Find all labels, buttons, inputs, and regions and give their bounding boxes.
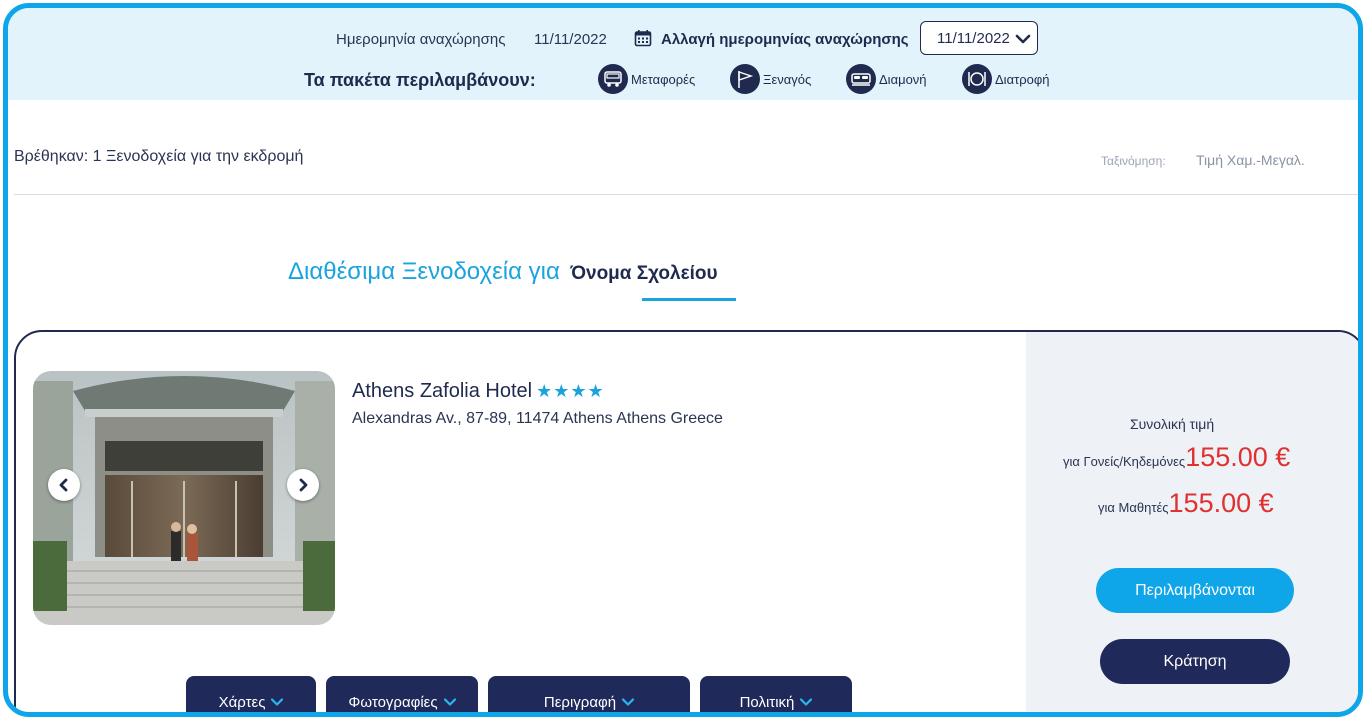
tab-label: Χάρτες <box>218 694 266 711</box>
calendar-icon <box>634 30 652 47</box>
hotel-name-text: Athens Zafolia Hotel <box>352 380 533 402</box>
tab-label: Πολιτική <box>739 694 795 711</box>
flag-icon <box>730 64 760 94</box>
chevron-down-icon <box>1015 34 1031 44</box>
carousel-next-button[interactable] <box>287 469 319 501</box>
change-date-link[interactable]: Αλλαγή ημερομηνίας αναχώρησης <box>661 31 909 48</box>
results-divider <box>14 194 1358 195</box>
book-button[interactable]: Κράτηση <box>1100 639 1290 684</box>
feature-dining: Διατροφή <box>962 63 1050 95</box>
tab-photos[interactable]: Φωτογραφίες <box>326 676 478 712</box>
students-price-label: για Μαθητές <box>1098 500 1169 515</box>
feature-label: Ξεναγός <box>763 71 812 87</box>
chevron-down-icon <box>271 698 284 706</box>
departure-date: 11/11/2022 <box>534 31 607 48</box>
bed-icon <box>846 64 876 94</box>
price-panel: Συνολική τιμή για Γονείς/Κηδεμόνες155.00… <box>1026 332 1358 712</box>
feature-transport: Μεταφορές <box>598 63 695 95</box>
hotel-card: Athens Zafolia Hotel ★★★★ Alexandras Av.,… <box>14 330 1358 712</box>
sort-select[interactable]: Τιμή Χαμ.-Μεγαλ. <box>1196 152 1305 168</box>
chevron-right-icon <box>299 478 308 492</box>
top-bar: Ημερομηνία αναχώρησης 11/11/2022 Αλλαγή … <box>8 8 1358 100</box>
tab-label: Φωτογραφίες <box>348 694 438 711</box>
hotel-photo-carousel[interactable] <box>33 371 335 625</box>
includes-label: Τα πακέτα περιλαμβάνουν: <box>304 70 536 90</box>
page-title: Διαθέσιμα Ξενοδοχεία για Όνομα Σχολείου <box>288 258 718 298</box>
star-rating: ★★★★ <box>536 381 605 401</box>
parents-price-value: 155.00 € <box>1185 442 1291 472</box>
sort-label: Ταξινόμηση: <box>1101 154 1166 168</box>
departure-label: Ημερομηνία αναχώρησης <box>336 31 506 48</box>
includes-row: Τα πακέτα περιλαμβάνουν: Μεταφορές Ξεναγ… <box>8 63 1358 97</box>
feature-accommodation: Διαμονή <box>846 63 927 95</box>
hotel-address: Alexandras Av., 87-89, 11474 Athens Athe… <box>352 410 723 427</box>
dining-icon <box>962 64 992 94</box>
feature-label: Διατροφή <box>995 71 1050 87</box>
tab-description[interactable]: Περιγραφή <box>488 676 690 712</box>
departure-row: Ημερομηνία αναχώρησης 11/11/2022 Αλλαγή … <box>8 21 1358 55</box>
tab-label: Περιγραφή <box>543 694 617 711</box>
chevron-down-icon <box>800 698 813 706</box>
carousel-prev-button[interactable] <box>48 469 80 501</box>
school-name: Όνομα Σχολείου <box>570 263 718 284</box>
hotel-photo <box>33 371 335 625</box>
hotel-name: Athens Zafolia Hotel ★★★★ <box>352 380 605 403</box>
results-count: Βρέθηκαν: 1 Ξενοδοχεία για την εκδρομή <box>14 148 304 165</box>
chevron-down-icon <box>622 698 635 706</box>
tab-policy[interactable]: Πολιτική <box>700 676 852 712</box>
tab-maps[interactable]: Χάρτες <box>186 676 316 712</box>
included-button[interactable]: Περιλαμβάνονται <box>1096 568 1294 613</box>
app-frame: Ημερομηνία αναχώρησης 11/11/2022 Αλλαγή … <box>3 3 1363 717</box>
students-price-value: 155.00 € <box>1168 488 1274 518</box>
title-underline <box>642 298 736 301</box>
parents-price-row: για Γονείς/Κηδεμόνες155.00 € <box>1063 442 1290 473</box>
total-price-label: Συνολική τιμή <box>1130 416 1215 432</box>
chevron-down-icon <box>443 698 456 706</box>
feature-label: Διαμονή <box>879 71 927 87</box>
departure-date-select[interactable]: 11/11/2022 <box>920 21 1038 55</box>
page-title-text: Διαθέσιμα Ξενοδοχεία για <box>288 258 560 285</box>
feature-guide: Ξεναγός <box>730 63 811 95</box>
feature-label: Μεταφορές <box>631 71 696 87</box>
date-select-value: 11/11/2022 <box>937 29 1010 47</box>
bus-icon <box>598 64 628 94</box>
chevron-left-icon <box>59 478 68 492</box>
students-price-row: για Μαθητές155.00 € <box>1098 488 1274 519</box>
parents-price-label: για Γονείς/Κηδεμόνες <box>1063 454 1186 469</box>
